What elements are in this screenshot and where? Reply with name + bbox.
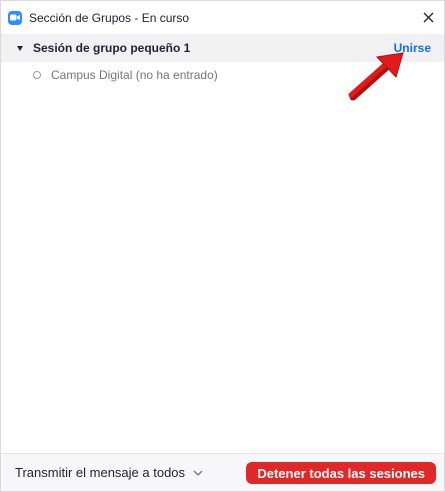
broadcast-label: Transmitir el mensaje a todos bbox=[15, 465, 186, 480]
status-dot-icon bbox=[33, 71, 41, 79]
title-bar: Sección de Grupos - En curso bbox=[1, 1, 444, 34]
window-title: Sección de Grupos - En curso bbox=[29, 10, 190, 25]
stop-all-sessions-button[interactable]: Detener todas las sesiones bbox=[246, 462, 436, 484]
close-icon bbox=[423, 12, 433, 22]
participant-item: Campus Digital (no ha entrado) bbox=[1, 62, 444, 88]
breakout-room-row[interactable]: Sesión de grupo pequeño 1 Unirse bbox=[1, 34, 444, 62]
zoom-camera-icon bbox=[8, 10, 22, 25]
breakout-room-name: Sesión de grupo pequeño 1 bbox=[33, 41, 191, 55]
broadcast-message-dropdown[interactable]: Transmitir el mensaje a todos bbox=[15, 465, 203, 480]
join-button[interactable]: Unirse bbox=[394, 41, 431, 55]
chevron-down-icon bbox=[193, 470, 203, 476]
participant-name: Campus Digital (no ha entrado) bbox=[51, 68, 218, 82]
expand-caret-icon[interactable] bbox=[17, 45, 23, 51]
close-button[interactable] bbox=[416, 5, 440, 29]
footer-bar: Transmitir el mensaje a todos Detener to… bbox=[1, 453, 444, 491]
breakout-rooms-window: Sección de Grupos - En curso Sesión de g… bbox=[0, 0, 445, 492]
